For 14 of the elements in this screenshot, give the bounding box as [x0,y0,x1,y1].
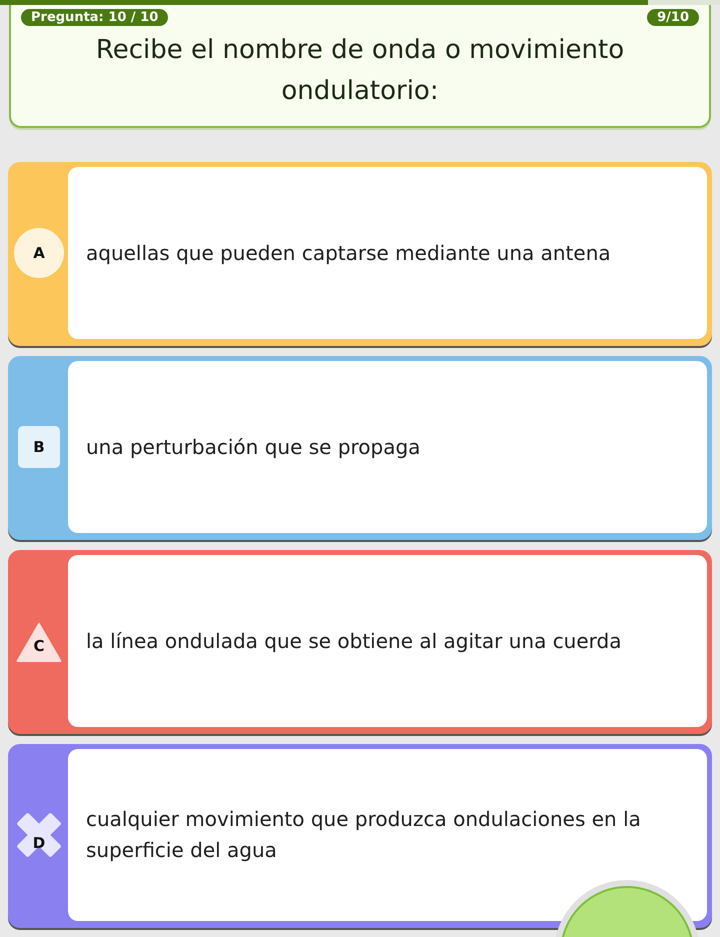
letter-cross: D [14,810,64,860]
answer-option[interactable]: C la línea ondulada que se obtiene al agitar una cuerda [8,550,712,734]
letter-circle: A [14,228,64,278]
question-text: Recibe el nombre de onda o movimiento ondulatorio: [94,34,626,108]
option-text: cualquier movimiento que produzca ondulaciones en la superficie del agua [86,806,642,864]
score-badge: 9/10 [647,9,699,26]
option-text: una perturbación que se propaga [86,434,420,460]
option-text: aquellas que pueden captarse mediante una antena [86,240,611,266]
letter-square: B [18,426,60,468]
option-text: la línea ondulada que se obtiene al agitar una cuerda [86,628,622,654]
answer-option[interactable]: A aquellas que pueden captarse mediante una antena [8,162,712,346]
answer-option[interactable]: D cualquier movimiento que produzca ondulaciones en la superficie del agua [8,744,712,928]
question-counter: Pregunta: 10 / 10 [21,9,168,26]
answer-option[interactable]: B una perturbación que se propaga [8,356,712,540]
